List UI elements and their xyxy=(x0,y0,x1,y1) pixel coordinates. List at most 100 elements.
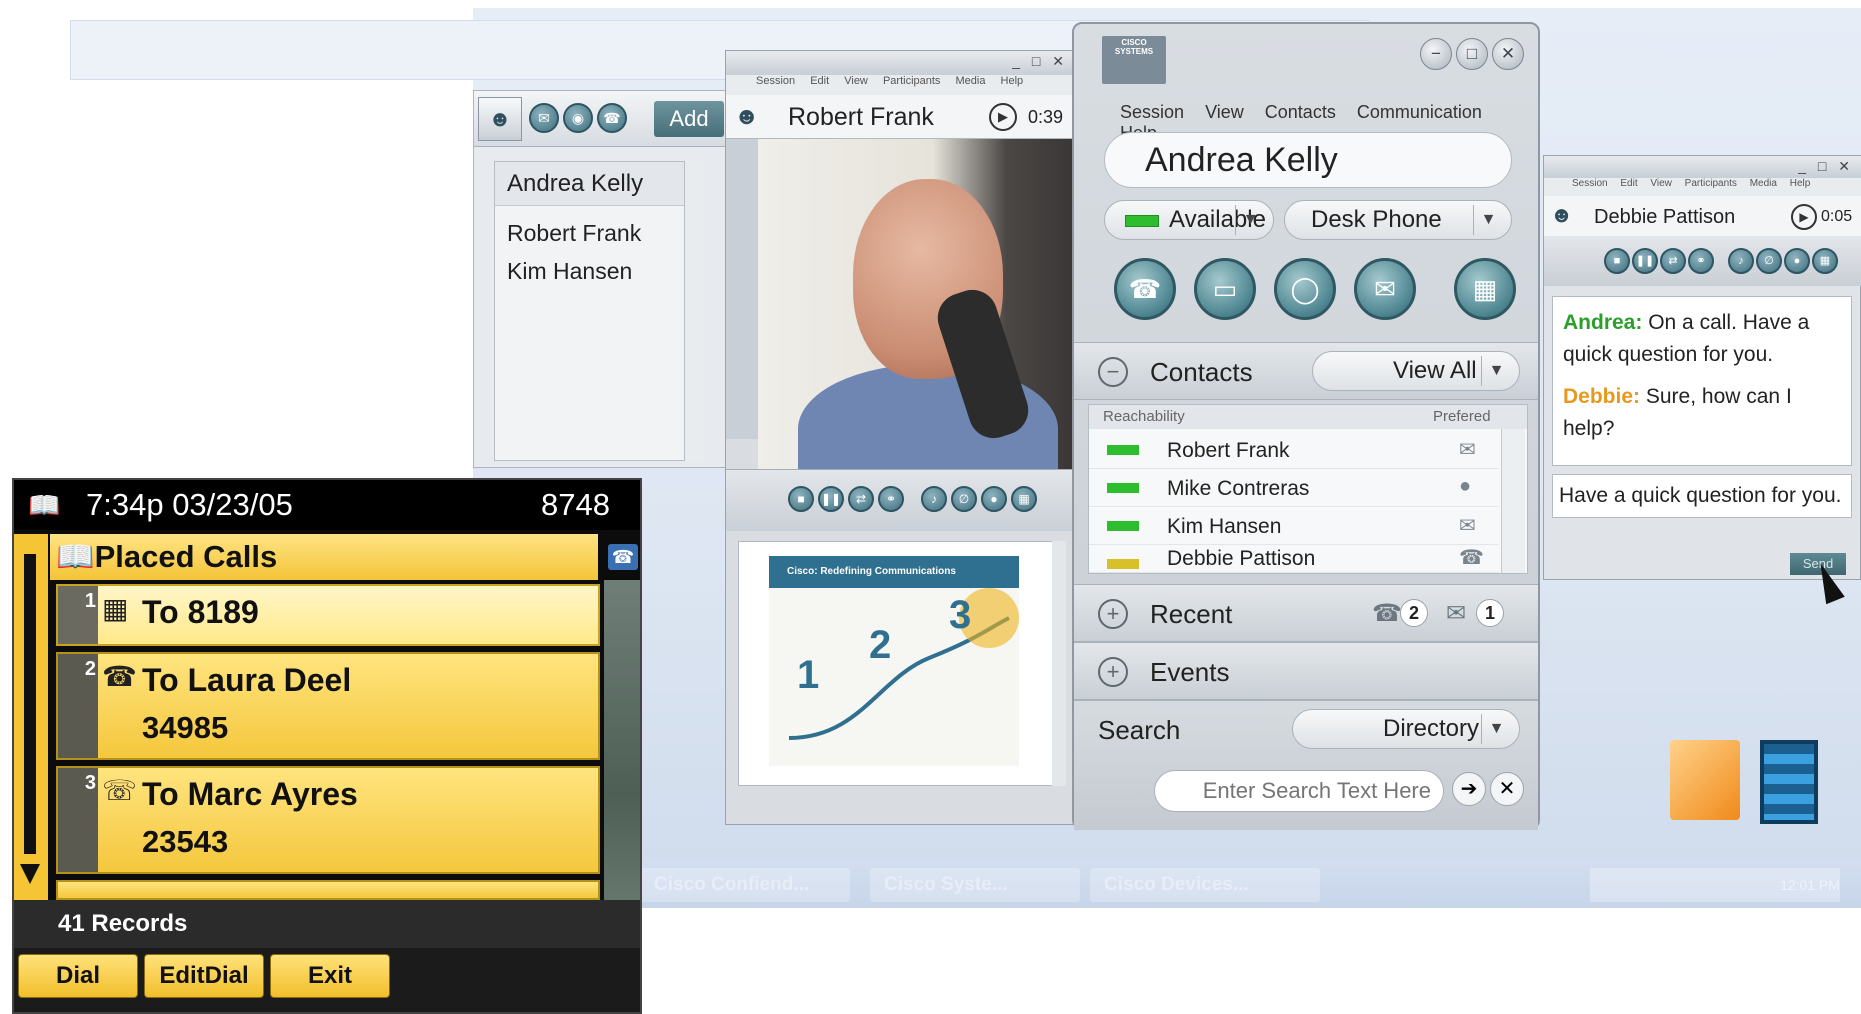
contacts-scrollbar[interactable] xyxy=(1501,429,1525,573)
keypad-icon[interactable]: ▦ xyxy=(1454,258,1516,320)
conference-icon[interactable]: ⚭ xyxy=(878,486,904,512)
menu-media[interactable]: Media xyxy=(1750,178,1777,189)
mute-icon[interactable]: ∅ xyxy=(951,486,977,512)
expand-icon[interactable]: + xyxy=(1098,599,1128,629)
menu-session[interactable]: Session xyxy=(1120,102,1184,122)
search-label: Search xyxy=(1098,715,1181,745)
chat-icon[interactable]: ◯ xyxy=(1274,258,1336,320)
chat-icon[interactable]: ◉ xyxy=(563,103,593,133)
svg-text:3: 3 xyxy=(949,593,971,637)
taskbar-item-3[interactable]: Cisco Devices... xyxy=(1090,868,1320,902)
buddy-item[interactable]: Robert Frank xyxy=(507,220,641,247)
menu-help[interactable]: Help xyxy=(1790,178,1811,189)
presentation-file-icon[interactable] xyxy=(1670,740,1740,820)
phone-extension: 8748 xyxy=(541,487,610,522)
phone-icon[interactable]: ☎ xyxy=(1459,545,1484,570)
minimize-icon[interactable]: − xyxy=(1420,38,1452,70)
keypad-icon[interactable]: ▦ xyxy=(1812,248,1838,274)
exit-softkey[interactable]: Exit xyxy=(270,954,390,998)
add-button[interactable]: Add xyxy=(654,101,724,137)
placed-call-item[interactable]: 1 ▦ To 8189 xyxy=(56,584,600,646)
volume-icon[interactable]: ♪ xyxy=(1728,248,1754,274)
editdial-softkey[interactable]: EditDial xyxy=(144,954,264,998)
taskbar-item-1[interactable]: Cisco Confiend... xyxy=(640,868,850,902)
video-icon[interactable]: ▭ xyxy=(1194,258,1256,320)
status-dropdown[interactable]: Available ▼ xyxy=(1104,200,1274,240)
buddy-scrollbar[interactable] xyxy=(684,161,704,461)
placed-call-item-partial[interactable] xyxy=(56,880,600,900)
window-controls[interactable]: _ □ ✕ xyxy=(1798,158,1854,175)
conference-icon[interactable]: ⚭ xyxy=(1688,248,1714,274)
placed-call-item[interactable]: 3 ☏ To Marc Ayres 23543 xyxy=(56,766,600,874)
recent-section-header[interactable]: + Recent ☎ 2 ✉ 1 xyxy=(1074,584,1538,642)
taskbar-item-2[interactable]: Cisco Syste... xyxy=(870,868,1080,902)
search-input[interactable] xyxy=(1154,770,1444,812)
events-section-header[interactable]: + Events xyxy=(1074,642,1538,700)
phone-icon[interactable]: ☎ xyxy=(1114,258,1176,320)
status-indicator xyxy=(1107,521,1139,531)
expand-icon[interactable]: + xyxy=(1098,657,1128,687)
mail-icon[interactable]: ✉ xyxy=(1459,513,1476,538)
volume-icon[interactable]: ♪ xyxy=(921,486,947,512)
contact-row[interactable]: Kim Hansen ✉ xyxy=(1089,507,1499,545)
menu-session[interactable]: Session xyxy=(756,75,795,87)
people-icon[interactable]: ☻ xyxy=(478,97,522,141)
menu-contacts[interactable]: Contacts xyxy=(1265,102,1336,122)
menu-participants[interactable]: Participants xyxy=(1685,178,1737,189)
mute-icon[interactable]: ∅ xyxy=(1756,248,1782,274)
menu-media[interactable]: Media xyxy=(956,75,986,87)
menu-edit[interactable]: Edit xyxy=(810,75,829,87)
play-icon[interactable]: ▶ xyxy=(989,103,1017,131)
device-dropdown[interactable]: Desk Phone ▼ xyxy=(1284,200,1512,240)
contacts-section-header[interactable]: − Contacts View All ▼ xyxy=(1074,342,1538,400)
chat-icon[interactable]: ● xyxy=(1459,475,1471,498)
pause-icon[interactable]: ❚❚ xyxy=(818,486,844,512)
window-controls[interactable]: _ □ ✕ xyxy=(1012,53,1068,70)
mail-icon[interactable]: ✉ xyxy=(1354,258,1416,320)
collapse-icon[interactable]: − xyxy=(1098,357,1128,387)
menu-view[interactable]: View xyxy=(844,75,868,87)
buddy-item-selected[interactable]: Andrea Kelly xyxy=(495,162,695,206)
maximize-icon[interactable]: □ xyxy=(1456,38,1488,70)
phone-icon[interactable]: ☎ xyxy=(597,103,627,133)
buddy-item[interactable]: Kim Hansen xyxy=(507,258,632,285)
stop-icon[interactable]: ■ xyxy=(1604,248,1630,274)
close-icon[interactable]: ✕ xyxy=(1492,38,1524,70)
transfer-icon[interactable]: ⇄ xyxy=(1660,248,1686,274)
keypad-icon[interactable]: ▦ xyxy=(1011,486,1037,512)
slide-scrollbar[interactable] xyxy=(1052,541,1066,786)
clear-search-icon[interactable]: ✕ xyxy=(1490,772,1524,806)
menu-communication[interactable]: Communication xyxy=(1357,102,1482,122)
microphone-icon[interactable]: ● xyxy=(981,486,1007,512)
video-file-icon[interactable] xyxy=(1760,740,1818,824)
status-indicator xyxy=(1107,483,1139,493)
line-phone-icon: ☎ xyxy=(608,544,638,570)
placed-call-item[interactable]: 2 ☎ To Laura Deel 34985 xyxy=(56,652,600,760)
microphone-icon[interactable]: ● xyxy=(1784,248,1810,274)
menu-participants[interactable]: Participants xyxy=(883,75,940,87)
search-scope-dropdown[interactable]: Directory ▼ xyxy=(1292,709,1520,749)
phone-scroll-rail xyxy=(14,534,48,954)
view-filter-dropdown[interactable]: View All ▼ xyxy=(1312,351,1520,391)
mail-icon[interactable]: ✉ xyxy=(529,103,559,133)
contact-row[interactable]: Robert Frank ✉ xyxy=(1089,431,1499,469)
people-icon: ☻ xyxy=(734,103,760,130)
transfer-icon[interactable]: ⇄ xyxy=(848,486,874,512)
phone-icon: ☎ xyxy=(102,661,137,692)
play-icon[interactable]: ▶ xyxy=(1791,204,1817,230)
menu-view[interactable]: View xyxy=(1650,178,1672,189)
menu-session[interactable]: Session xyxy=(1572,178,1608,189)
contact-row[interactable]: Mike Contreras ● xyxy=(1089,469,1499,507)
stop-icon[interactable]: ■ xyxy=(788,486,814,512)
chat-message-input[interactable]: Have a quick question for you. xyxy=(1552,474,1852,518)
pause-icon[interactable]: ❚❚ xyxy=(1632,248,1658,274)
contact-row[interactable]: Debbie Pattison ☎ xyxy=(1089,545,1499,573)
directory-icon: 📖 xyxy=(28,490,61,520)
mail-icon[interactable]: ✉ xyxy=(1459,437,1476,462)
menu-edit[interactable]: Edit xyxy=(1620,178,1637,189)
phone-datetime: 7:34p 03/23/05 xyxy=(86,487,293,522)
search-go-icon[interactable]: ➔ xyxy=(1452,772,1486,806)
dial-softkey[interactable]: Dial xyxy=(18,954,138,998)
menu-view[interactable]: View xyxy=(1205,102,1244,122)
menu-help[interactable]: Help xyxy=(1001,75,1024,87)
